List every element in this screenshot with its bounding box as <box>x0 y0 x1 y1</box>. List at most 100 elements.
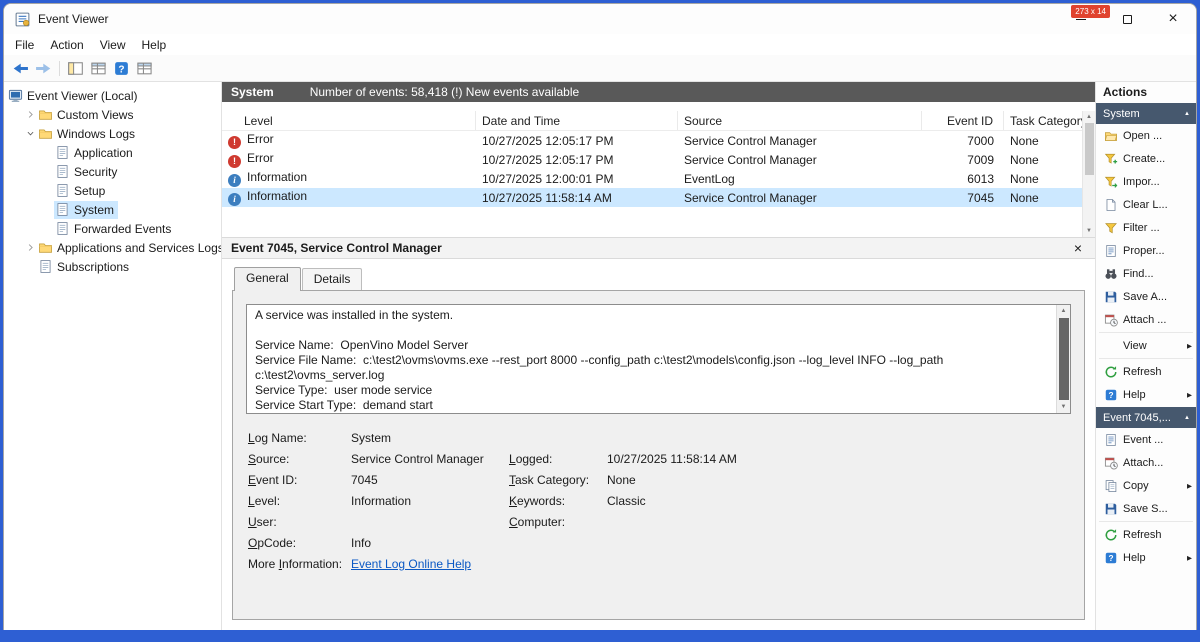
refresh-icon <box>1103 364 1118 379</box>
event-row[interactable]: !Error10/27/2025 12:05:17 PMService Cont… <box>222 131 1095 150</box>
column-header-event-id[interactable]: Event ID <box>922 111 1004 130</box>
expander-spacer <box>24 260 37 273</box>
help-icon[interactable]: ? <box>110 57 133 80</box>
chevron-down-icon[interactable] <box>24 127 37 140</box>
tree-item-setup[interactable]: Setup <box>4 181 221 200</box>
show-console-tree-icon[interactable] <box>64 57 87 80</box>
column-list-icon[interactable] <box>133 57 156 80</box>
action-attach[interactable]: Attach... <box>1096 451 1196 474</box>
information-icon: i <box>228 174 241 187</box>
svg-text:?: ? <box>1108 390 1113 400</box>
back-icon[interactable] <box>9 57 32 80</box>
action-clear-l[interactable]: Clear L... <box>1096 193 1196 216</box>
overlay-dimension-badge: 273 x 14 <box>1071 5 1110 18</box>
column-header-task-category[interactable]: Task Category <box>1004 111 1082 130</box>
tree-item-content: Application <box>54 144 137 162</box>
menu-view[interactable]: View <box>92 35 134 55</box>
chevron-right-icon[interactable] <box>24 108 37 121</box>
event-row[interactable]: iInformation10/27/2025 11:58:14 AMServic… <box>222 188 1095 207</box>
action-proper[interactable]: Proper... <box>1096 239 1196 262</box>
date-time-cell: 10/27/2025 12:05:17 PM <box>476 153 678 167</box>
tab-details[interactable]: Details <box>302 268 363 290</box>
event-row[interactable]: iInformation10/27/2025 12:00:01 PMEventL… <box>222 169 1095 188</box>
find-icon <box>1103 266 1118 281</box>
action-refresh[interactable]: Refresh <box>1096 523 1196 546</box>
separator <box>1099 332 1193 333</box>
field-label-source: Source: <box>248 449 351 470</box>
tree-item-windows-logs[interactable]: Windows Logs <box>4 124 221 143</box>
action-find[interactable]: Find... <box>1096 262 1196 285</box>
tree-item-custom-views[interactable]: Custom Views <box>4 105 221 124</box>
tree-item-label: System <box>74 203 114 217</box>
scroll-up-icon[interactable]: ▲ <box>1061 305 1067 317</box>
tree-item-application[interactable]: Application <box>4 143 221 162</box>
event-log-online-help-link[interactable]: Event Log Online Help <box>351 557 471 571</box>
task-category-cell: None <box>1004 134 1082 148</box>
tree-item-label: Custom Views <box>57 108 133 122</box>
maximize-button[interactable] <box>1104 4 1150 34</box>
close-button[interactable]: × <box>1150 4 1196 34</box>
forward-icon[interactable] <box>32 57 55 80</box>
field-value-event-id: 7045 <box>351 470 509 491</box>
error-icon: ! <box>228 155 241 168</box>
tree-item-subscriptions[interactable]: Subscriptions <box>4 257 221 276</box>
action-section-event-7045[interactable]: Event 7045,...▲ <box>1096 407 1196 428</box>
menu-help[interactable]: Help <box>134 35 175 55</box>
menu-action[interactable]: Action <box>42 35 91 55</box>
svg-text:?: ? <box>1108 553 1113 563</box>
action-copy[interactable]: Copy▶ <box>1096 474 1196 497</box>
column-header-level[interactable]: Level <box>222 111 476 130</box>
action-impor[interactable]: Impor... <box>1096 170 1196 193</box>
expander-spacer <box>41 165 54 178</box>
general-tab-panel: A service was installed in the system. S… <box>232 290 1085 620</box>
tree-item-applications-and-services-logs[interactable]: Applications and Services Logs <box>4 238 221 257</box>
event-viewer-app-icon[interactable] <box>14 11 31 28</box>
menu-file[interactable]: File <box>7 35 42 55</box>
log-icon <box>55 164 71 180</box>
action-create[interactable]: Create... <box>1096 147 1196 170</box>
action-view[interactable]: View▶ <box>1096 334 1196 357</box>
event-list-header: LevelDate and TimeSourceEvent IDTask Cat… <box>222 111 1095 131</box>
event-description-text: A service was installed in the system. S… <box>255 308 1048 413</box>
tab-general[interactable]: General <box>234 267 301 291</box>
tree-item-security[interactable]: Security <box>4 162 221 181</box>
action-event[interactable]: Event ... <box>1096 428 1196 451</box>
scroll-down-icon[interactable]: ▼ <box>1086 225 1092 237</box>
scroll-down-icon[interactable]: ▼ <box>1061 401 1067 413</box>
log-name-caption: System <box>231 85 274 99</box>
field-value-log-name: System <box>351 428 509 449</box>
action-section-system[interactable]: System▲ <box>1096 103 1196 124</box>
console-tree: Event Viewer (Local) Custom Views Windows … <box>4 82 222 630</box>
tree-item-event-viewer-local[interactable]: Event Viewer (Local) <box>4 86 221 105</box>
scroll-up-icon[interactable]: ▲ <box>1086 111 1092 123</box>
column-header-source[interactable]: Source <box>678 111 922 130</box>
field-label-level: Level: <box>248 491 351 512</box>
export-list-icon[interactable] <box>87 57 110 80</box>
submenu-arrow-icon: ▶ <box>1187 482 1192 490</box>
scroll-thumb[interactable] <box>1059 318 1069 400</box>
tree-item-label: Application <box>74 146 133 160</box>
column-header-date-and-time[interactable]: Date and Time <box>476 111 678 130</box>
preview-close-icon[interactable]: × <box>1070 240 1086 256</box>
description-scrollbar[interactable]: ▲ ▼ <box>1056 305 1070 413</box>
action-save-a[interactable]: Save A... <box>1096 285 1196 308</box>
tree-item-system[interactable]: System <box>4 200 221 219</box>
action-save-s[interactable]: Save S... <box>1096 497 1196 520</box>
attach-task-icon <box>1103 455 1118 470</box>
action-filter[interactable]: Filter ... <box>1096 216 1196 239</box>
tree-item-forwarded-events[interactable]: Forwarded Events <box>4 219 221 238</box>
event-row[interactable]: !Error10/27/2025 12:05:17 PMService Cont… <box>222 150 1095 169</box>
tree-item-content: Applications and Services Logs <box>37 239 222 257</box>
action-label: Attach... <box>1123 457 1163 469</box>
action-attach[interactable]: Attach ... <box>1096 308 1196 331</box>
action-help[interactable]: ?Help▶ <box>1096 546 1196 569</box>
action-open[interactable]: Open ... <box>1096 124 1196 147</box>
action-refresh[interactable]: Refresh <box>1096 360 1196 383</box>
chevron-right-icon[interactable] <box>24 241 37 254</box>
action-label: Clear L... <box>1123 199 1168 211</box>
action-help[interactable]: ?Help▶ <box>1096 383 1196 406</box>
event-list-scrollbar[interactable]: ▲ ▼ <box>1082 111 1095 237</box>
scroll-thumb[interactable] <box>1085 123 1094 175</box>
level-cell: !Error <box>222 151 476 168</box>
field-value-user <box>351 512 509 533</box>
